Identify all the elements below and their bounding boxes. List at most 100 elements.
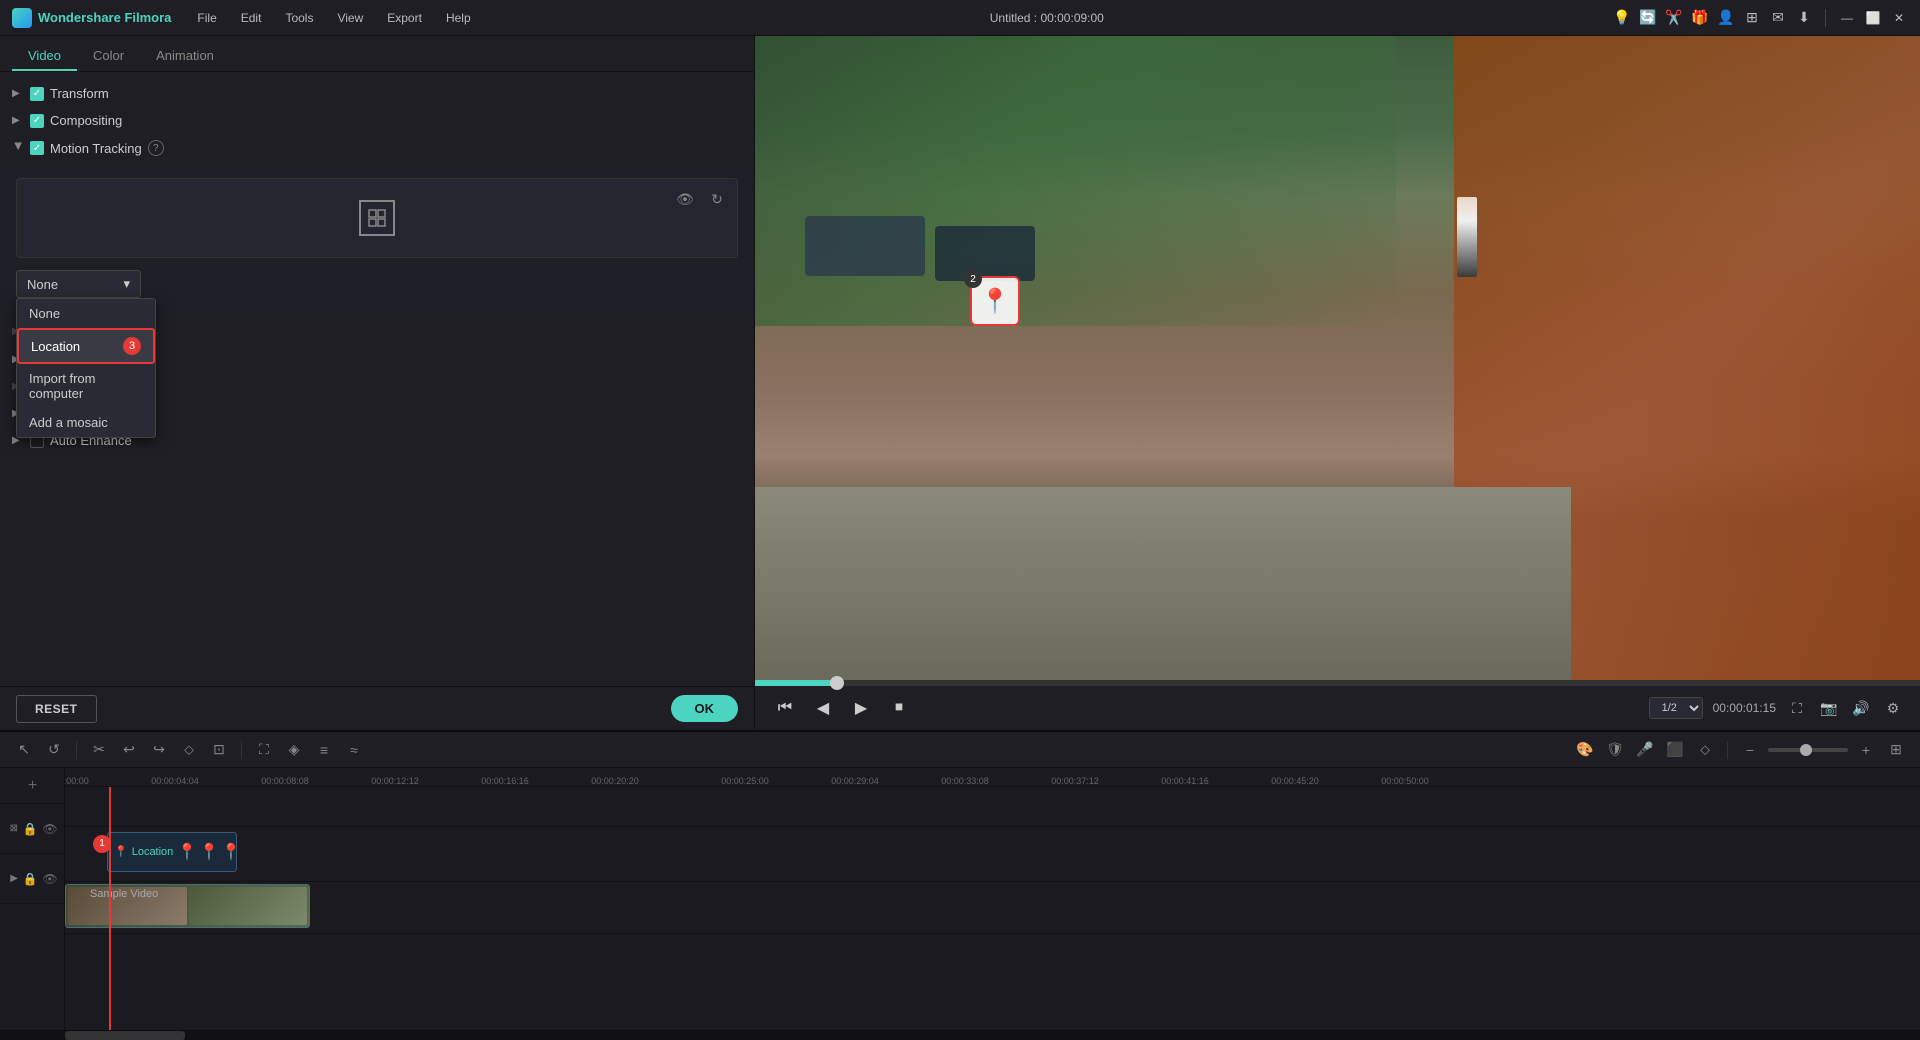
titlebar-left: Wondershare Filmora File Edit Tools View… bbox=[12, 7, 481, 29]
tl-undo[interactable]: ↩ bbox=[117, 738, 141, 762]
menu-help[interactable]: Help bbox=[436, 7, 481, 29]
tl-redo[interactable]: ↪ bbox=[147, 738, 171, 762]
tab-bar: Video Color Animation bbox=[0, 36, 754, 72]
scrollbar-thumb[interactable] bbox=[65, 1031, 185, 1040]
location-pin-overlay: 2 📍 bbox=[970, 276, 1020, 326]
tl-split[interactable]: ⬦ bbox=[177, 738, 201, 762]
dropdown-selected[interactable]: None ▾ bbox=[16, 270, 141, 298]
toolbar-icon-6[interactable]: ⊞ bbox=[1743, 9, 1761, 27]
tl-record[interactable]: ⬛ bbox=[1663, 738, 1687, 762]
volume-icon[interactable]: 🔊 bbox=[1850, 697, 1872, 719]
reset-button[interactable]: RESET bbox=[16, 695, 97, 723]
playhead[interactable] bbox=[109, 787, 111, 1030]
menu-edit[interactable]: Edit bbox=[231, 7, 272, 29]
progress-thumb[interactable] bbox=[830, 676, 844, 690]
tl-markers[interactable]: ≡ bbox=[312, 738, 336, 762]
toolbar-icon-7[interactable]: ✉ bbox=[1769, 9, 1787, 27]
menu-tools[interactable]: Tools bbox=[275, 7, 323, 29]
dropdown-item-none[interactable]: None bbox=[17, 299, 155, 328]
tl-cut-tool[interactable]: ✂ bbox=[87, 738, 111, 762]
timeline-toolbar: ↖ ↺ ✂ ↩ ↪ ⬦ ⊡ ⛶ ◈ ≡ ≈ 🎨 🛡 🎤 ⬛ ⬦ − + ⊞ bbox=[0, 732, 1920, 768]
sticker-pins: 📍 📍 📍 bbox=[177, 842, 237, 862]
skip-back-button[interactable]: ⏮ bbox=[771, 694, 799, 722]
menu-view[interactable]: View bbox=[327, 7, 373, 29]
toolbar-icon-2[interactable]: 🔄 bbox=[1639, 9, 1657, 27]
tracking-eye-icon[interactable]: 👁 bbox=[673, 187, 697, 211]
tl-fit[interactable]: ⊞ bbox=[1884, 738, 1908, 762]
menu-file[interactable]: File bbox=[187, 7, 226, 29]
close-button[interactable]: ✕ bbox=[1890, 9, 1908, 27]
tl-audio[interactable]: ≈ bbox=[342, 738, 366, 762]
timeline-scrollbar[interactable] bbox=[0, 1030, 1920, 1040]
tl-select-tool[interactable]: ↖ bbox=[12, 738, 36, 762]
checkbox-motion-tracking[interactable]: ✓ bbox=[30, 141, 44, 155]
pin-2: 📍 bbox=[199, 842, 219, 862]
tab-color[interactable]: Color bbox=[77, 42, 140, 71]
checkbox-compositing[interactable]: ✓ bbox=[30, 114, 44, 128]
pin-1: 📍 bbox=[177, 842, 197, 862]
section-motion-tracking[interactable]: ▶ ✓ Motion Tracking ? bbox=[0, 134, 754, 162]
tl-ripple-tool[interactable]: ↺ bbox=[42, 738, 66, 762]
toolbar-icon-3[interactable]: ✂️ bbox=[1665, 9, 1683, 27]
dropdown-item-location[interactable]: Location 3 bbox=[17, 328, 155, 364]
tab-video[interactable]: Video bbox=[12, 42, 77, 71]
sticker-lock-icon[interactable]: 🔒 bbox=[22, 821, 38, 837]
tracking-refresh-icon[interactable]: ↻ bbox=[705, 187, 729, 211]
tl-expand[interactable]: ⛶ bbox=[252, 738, 276, 762]
tl-color-grade[interactable]: 🎨 bbox=[1573, 738, 1597, 762]
help-icon-motion-tracking[interactable]: ? bbox=[148, 140, 164, 156]
tl-divider-2 bbox=[241, 741, 242, 759]
progress-bar[interactable] bbox=[755, 680, 1920, 686]
quality-select[interactable]: 1/2 bbox=[1649, 697, 1703, 719]
timeline-ruler[interactable]: 00:00:00:00 00:00:04:04 00:00:08:08 00:0… bbox=[65, 768, 1920, 787]
sticker-track-controls: ⊠ 🔒 👁 bbox=[0, 804, 64, 854]
sticker-visible-icon[interactable]: 👁 bbox=[42, 821, 58, 837]
tracking-type-dropdown[interactable]: None ▾ None Location 3 Import fro bbox=[16, 270, 141, 298]
dropdown-item-import[interactable]: Import from computer bbox=[17, 364, 155, 408]
tl-snap[interactable]: ◈ bbox=[282, 738, 306, 762]
location-pin-icon: 📍 bbox=[980, 287, 1010, 316]
toolbar-icon-5[interactable]: 👤 bbox=[1717, 9, 1735, 27]
menu-export[interactable]: Export bbox=[377, 7, 432, 29]
add-track-area[interactable]: + bbox=[0, 768, 65, 804]
zoom-slider[interactable] bbox=[1768, 748, 1848, 752]
tl-keyframe[interactable]: ⬦ bbox=[1693, 738, 1717, 762]
toolbar-icon-8[interactable]: ⬇ bbox=[1795, 9, 1813, 27]
tab-animation[interactable]: Animation bbox=[140, 42, 230, 71]
tl-protect[interactable]: 🛡 bbox=[1603, 738, 1627, 762]
tl-divider-3 bbox=[1727, 741, 1728, 759]
play-button[interactable]: ▶ bbox=[847, 694, 875, 722]
toolbar-icon-4[interactable]: 🎁 bbox=[1691, 9, 1709, 27]
pin-number-badge: 2 bbox=[964, 270, 982, 288]
checkbox-transform[interactable]: ✓ bbox=[30, 87, 44, 101]
dropdown-item-mosaic[interactable]: Add a mosaic bbox=[17, 408, 155, 437]
target-icon bbox=[359, 200, 395, 236]
video-visible-icon[interactable]: 👁 bbox=[42, 871, 58, 887]
minimize-button[interactable]: — bbox=[1838, 9, 1856, 27]
video-track-row: ▶ Sample Video bbox=[65, 882, 1920, 934]
tl-sticker[interactable]: ⊡ bbox=[207, 738, 231, 762]
ruler-tick-8: 00:00:33:08 bbox=[941, 776, 989, 786]
maximize-button[interactable]: ⬜ bbox=[1864, 9, 1882, 27]
ruler-tick-5: 00:00:20:20 bbox=[591, 776, 639, 786]
tl-zoom-in[interactable]: + bbox=[1854, 738, 1878, 762]
ok-button[interactable]: OK bbox=[671, 695, 739, 722]
dropdown-menu: None Location 3 Import from computer Add… bbox=[16, 298, 156, 438]
toolbar-icon-1[interactable]: 💡 bbox=[1613, 9, 1631, 27]
screenshot-icon[interactable]: 📷 bbox=[1818, 697, 1840, 719]
fullscreen-icon[interactable]: ⛶ bbox=[1786, 697, 1808, 719]
step-back-button[interactable]: ◀ bbox=[809, 694, 837, 722]
section-transform[interactable]: ▶ ✓ Transform bbox=[0, 80, 754, 107]
section-compositing[interactable]: ▶ ✓ Compositing bbox=[0, 107, 754, 134]
sticker-clip[interactable]: 📍 Location 📍 📍 📍 bbox=[107, 832, 237, 872]
settings-icon[interactable]: ⚙ bbox=[1882, 697, 1904, 719]
video-lock-icon[interactable]: 🔒 bbox=[22, 871, 38, 887]
playback-controls: ⏮ ◀ ▶ ⏹ 1/2 00:00:01:15 ⛶ 📷 🔊 ⚙ bbox=[755, 686, 1920, 730]
video-clip[interactable]: ▶ Sample Video bbox=[65, 884, 310, 928]
stop-button[interactable]: ⏹ bbox=[885, 694, 913, 722]
tl-mic[interactable]: 🎤 bbox=[1633, 738, 1657, 762]
track-main: 00:00:00:00 00:00:04:04 00:00:08:08 00:0… bbox=[65, 768, 1920, 1030]
app-name: Wondershare Filmora bbox=[38, 10, 171, 25]
tracking-icons: 👁 ↻ bbox=[673, 187, 729, 211]
tl-zoom-out[interactable]: − bbox=[1738, 738, 1762, 762]
